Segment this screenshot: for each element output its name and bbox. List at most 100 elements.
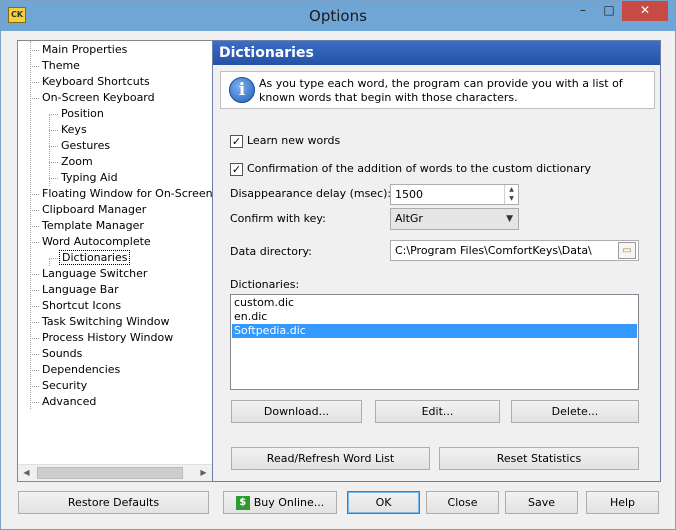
ok-button[interactable]: OK	[347, 491, 420, 514]
spin-up-icon[interactable]: ▲	[505, 185, 518, 194]
tree-horizontal-scrollbar[interactable]: ◀ ▶	[18, 464, 212, 481]
tree-item[interactable]: Language Bar	[40, 282, 121, 298]
tree-item[interactable]: Sounds	[40, 346, 84, 362]
tree-item[interactable]: Dependencies	[40, 362, 122, 378]
learn-new-words-checkbox[interactable]: ✓ Learn new words	[230, 133, 340, 149]
confirm-key-label: Confirm with key:	[230, 212, 326, 225]
reset-statistics-button[interactable]: Reset Statistics	[439, 447, 639, 470]
tree-item[interactable]: Process History Window	[40, 330, 175, 346]
confirm-addition-checkbox[interactable]: ✓ Confirmation of the addition of words t…	[230, 161, 591, 177]
learn-new-words-label: Learn new words	[247, 134, 341, 147]
tree-subitem[interactable]: Dictionaries	[59, 250, 131, 266]
refresh-word-list-button[interactable]: Read/Refresh Word List	[231, 447, 430, 470]
download-button[interactable]: Download...	[231, 400, 362, 423]
tree-item-label: Keyboard Shortcuts	[42, 75, 150, 88]
minimize-button[interactable]: –	[570, 1, 596, 21]
scroll-thumb[interactable]	[37, 467, 183, 479]
checkbox-box[interactable]: ✓	[230, 162, 243, 176]
tree-connector	[30, 242, 39, 243]
folder-icon[interactable]: ▭	[618, 242, 636, 259]
restore-defaults-button[interactable]: Restore Defaults	[18, 491, 209, 514]
data-directory-label: Data directory:	[230, 245, 312, 258]
tree-item-label: Sounds	[42, 347, 83, 360]
tree-item[interactable]: Shortcut Icons	[40, 298, 123, 314]
tree-connector	[30, 274, 39, 275]
tree-connector	[30, 402, 39, 403]
scroll-left-arrow-icon[interactable]: ◀	[18, 465, 35, 481]
tree-connector	[30, 322, 39, 323]
delay-spin-input[interactable]: 1500 ▲ ▼	[390, 184, 519, 205]
buy-online-label: Buy Online...	[253, 496, 325, 509]
close-window-button[interactable]: ✕	[622, 1, 668, 21]
tree-item[interactable]: Advanced	[40, 394, 98, 410]
tree-item-label: Clipboard Manager	[42, 203, 147, 216]
tree-item[interactable]: Keyboard Shortcuts	[40, 74, 152, 90]
spin-down-icon[interactable]: ▼	[505, 194, 518, 203]
tree-item[interactable]: Clipboard Manager	[40, 202, 148, 218]
delete-button[interactable]: Delete...	[511, 400, 639, 423]
maximize-button[interactable]: □	[596, 1, 622, 21]
tree-connector	[30, 386, 39, 387]
save-button[interactable]: Save	[505, 491, 578, 514]
delay-spinner[interactable]: ▲ ▼	[504, 185, 518, 204]
tree-connector	[49, 130, 58, 131]
tree-connector	[30, 50, 39, 51]
dictionaries-list[interactable]: custom.dic en.dic Softpedia.dic	[230, 294, 639, 390]
tree-connector	[49, 114, 50, 186]
tree-item-label: Process History Window	[42, 331, 174, 344]
tree-item[interactable]: Security	[40, 378, 89, 394]
help-button[interactable]: Help	[586, 491, 659, 514]
money-icon: $	[235, 496, 250, 510]
tree-subitem[interactable]: Keys	[59, 122, 89, 138]
checkbox-box[interactable]: ✓	[230, 134, 243, 148]
info-text: As you type each word, the program can p…	[259, 77, 623, 104]
dictionaries-label: Dictionaries:	[230, 278, 300, 291]
tree-item[interactable]: Theme	[40, 58, 82, 74]
tree-connector	[30, 338, 39, 339]
tree-item[interactable]: Task Switching Window	[40, 314, 171, 330]
options-tree[interactable]: Main Properties Theme Keyboard Shortcuts On…	[17, 40, 213, 482]
tree-item-label: Language Bar	[42, 283, 119, 296]
panel-title: Dictionaries	[213, 41, 660, 65]
data-directory-value: C:\Program Files\ComfortKeys\Data\	[395, 244, 592, 257]
list-item[interactable]: en.dic	[232, 310, 637, 324]
dialog-body: Main Properties Theme Keyboard Shortcuts On…	[8, 31, 668, 524]
tree-subitem[interactable]: Zoom	[59, 154, 95, 170]
tree-connector	[30, 210, 39, 211]
edit-button[interactable]: Edit...	[375, 400, 500, 423]
tree-item[interactable]: Template Manager	[40, 218, 146, 234]
buy-online-button[interactable]: $ Buy Online...	[223, 491, 337, 514]
tree-item-label: Theme	[42, 59, 80, 72]
tree-item[interactable]: Word Autocomplete	[40, 234, 153, 250]
tree-item[interactable]: Floating Window for On-Screen Ke	[40, 186, 213, 202]
data-directory-input[interactable]: C:\Program Files\ComfortKeys\Data\ ▭	[390, 240, 639, 261]
tree-connector	[49, 146, 58, 147]
tree-connector	[30, 194, 39, 195]
scroll-right-arrow-icon[interactable]: ▶	[195, 465, 212, 481]
dictionaries-panel: Dictionaries i As you type each word, th…	[212, 40, 661, 482]
tree-subitem[interactable]: Gestures	[59, 138, 112, 154]
tree-item-label: Advanced	[42, 395, 97, 408]
title-bar[interactable]: CK Options – □ ✕	[1, 1, 675, 31]
list-item-selected[interactable]: Softpedia.dic	[232, 324, 637, 338]
confirm-key-select[interactable]: AltGr ▼	[390, 208, 519, 230]
chevron-down-icon: ▼	[506, 214, 513, 224]
tree-connector	[49, 178, 58, 179]
tree-connector	[30, 82, 39, 83]
list-item[interactable]: custom.dic	[232, 296, 637, 310]
tree-item-label: Typing Aid	[61, 171, 118, 184]
info-icon: i	[229, 77, 255, 103]
tree-item-label: Floating Window for On-Screen Ke	[42, 187, 213, 200]
tree-item[interactable]: On-Screen Keyboard	[40, 90, 157, 106]
delay-label: Disappearance delay (msec):	[230, 187, 392, 200]
tree-connector	[30, 306, 39, 307]
tree-item[interactable]: Main Properties	[40, 42, 129, 58]
tree-connector	[49, 258, 58, 259]
tree-connector	[30, 98, 39, 99]
delay-value: 1500	[395, 188, 423, 201]
tree-item-label: Dictionaries	[59, 250, 131, 265]
close-button[interactable]: Close	[426, 491, 499, 514]
tree-subitem[interactable]: Position	[59, 106, 106, 122]
tree-item[interactable]: Language Switcher	[40, 266, 149, 282]
tree-subitem[interactable]: Typing Aid	[59, 170, 120, 186]
